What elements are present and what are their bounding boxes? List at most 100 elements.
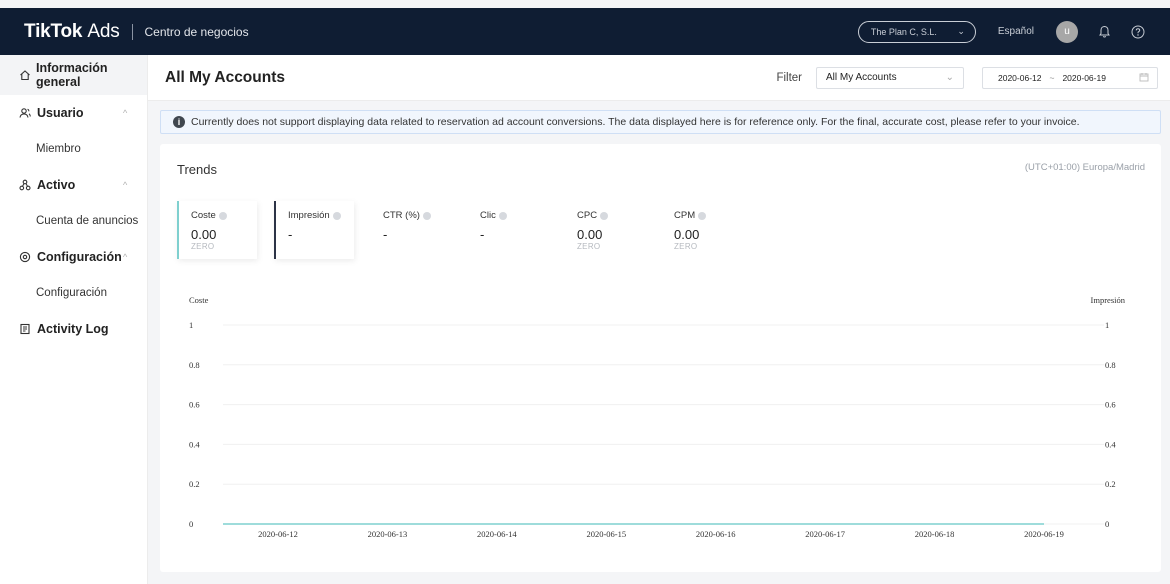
- chart-gridlines: 0 0 0.2 0.2 0.4 0.4 0.6 0.6 0.8 0.8 1 1: [189, 320, 1116, 529]
- chevron-up-icon[interactable]: ^: [123, 252, 127, 262]
- x-tick-label: 2020-06-14: [477, 529, 517, 539]
- y-axis-label-left: Coste: [189, 295, 209, 305]
- metric-value: 0.00: [674, 227, 700, 242]
- brand-suffix: Ads: [87, 20, 120, 42]
- y-tick-right: 1: [1105, 320, 1109, 330]
- date-end[interactable]: 2020-06-19: [1062, 73, 1105, 83]
- help-icon[interactable]: [422, 211, 431, 220]
- metric-card-cpc[interactable]: CPC 0.00 ZERO: [565, 201, 645, 259]
- divider: [131, 23, 133, 40]
- y-tick-left: 0.6: [189, 400, 200, 410]
- account-filter-select[interactable]: All My Accounts ⌄: [816, 66, 964, 89]
- language-selector[interactable]: Español: [998, 26, 1034, 37]
- date-range-picker[interactable]: 2020-06-12 ~ 2020-06-19: [982, 66, 1158, 89]
- y-tick-right: 0.8: [1105, 360, 1116, 370]
- y-tick-left: 1: [189, 320, 193, 330]
- metric-sub: ZERO: [674, 242, 698, 251]
- x-tick-label: 2020-06-18: [915, 529, 955, 539]
- y-tick-left: 0: [189, 519, 193, 529]
- metric-card-cpm[interactable]: CPM 0.00 ZERO: [662, 201, 742, 259]
- metric-value: -: [383, 227, 388, 242]
- filter-label: Filter: [776, 71, 802, 84]
- date-separator: ~: [1049, 72, 1055, 83]
- y-tick-right: 0.6: [1105, 400, 1116, 410]
- info-icon: i: [173, 116, 185, 128]
- account-filter-value: All My Accounts: [826, 72, 897, 83]
- top-right-controls: The Plan C, S.L. ⌄ Español u: [857, 20, 1146, 43]
- page-header: All My Accounts Filter All My Accounts ⌄…: [148, 55, 1170, 101]
- metric-name: CPM: [674, 210, 696, 221]
- metric-value: -: [288, 227, 293, 242]
- settings-icon: [18, 250, 32, 264]
- metric-sub: ZERO: [191, 242, 215, 251]
- y-tick-right: 0: [1105, 519, 1109, 529]
- x-axis-ticks: 2020-06-12 2020-06-13 2020-06-14 2020-06-15…: [258, 529, 1064, 539]
- y-tick-left: 0.2: [189, 479, 200, 489]
- chevron-up-icon[interactable]: ^: [123, 180, 127, 190]
- timezone-label: (UTC+01:00) Europa/Madrid: [1024, 162, 1145, 173]
- sidebar-item-activity-log[interactable]: Activity Log: [0, 311, 147, 347]
- sidebar-item-configuracion[interactable]: Configuración ^: [0, 239, 147, 275]
- sidebar-item-configuracion-sub[interactable]: Configuración: [0, 275, 147, 311]
- help-icon[interactable]: [498, 211, 507, 220]
- x-tick-label: 2020-06-12: [258, 529, 298, 539]
- account-selector-value: The Plan C, S.L.: [870, 26, 937, 37]
- metric-sub: ZERO: [577, 242, 601, 251]
- tiktok-ads-logo[interactable]: TikTok Ads: [24, 21, 120, 43]
- bell-icon[interactable]: [1096, 24, 1112, 40]
- y-tick-left: 0.4: [189, 439, 200, 449]
- metric-value: -: [480, 227, 485, 242]
- notice-text: Currently does not support displaying da…: [191, 116, 1080, 128]
- help-icon[interactable]: [600, 211, 609, 220]
- metric-name: Impresión: [288, 210, 330, 221]
- date-start[interactable]: 2020-06-12: [998, 73, 1041, 83]
- trends-line-chart[interactable]: Coste Impresión 0 00.2 0.20.4 0.40.6 0.60.8 0…: [160, 289, 1161, 569]
- assets-icon: [18, 178, 32, 192]
- sidebar-item-label: Información general: [36, 61, 108, 89]
- metric-value: 0.00: [577, 227, 603, 242]
- x-tick-label: 2020-06-17: [805, 529, 845, 539]
- log-icon: [18, 322, 32, 336]
- metric-name: Clic: [480, 210, 496, 221]
- top-navigation-bar: TikTok Ads Centro de negocios The Plan C…: [0, 8, 1170, 55]
- metric-value: 0.00: [191, 227, 217, 242]
- sidebar: Información general Usuario ^ Miembro Ac…: [0, 55, 148, 584]
- metric-card-clic[interactable]: Clic -: [468, 201, 548, 259]
- trends-card: Trends (UTC+01:00) Europa/Madrid Coste 0…: [160, 144, 1161, 572]
- x-tick-label: 2020-06-19: [1024, 529, 1064, 539]
- y-tick-right: 0.2: [1105, 479, 1116, 489]
- avatar[interactable]: u: [1056, 20, 1078, 43]
- account-selector[interactable]: The Plan C, S.L. ⌄: [857, 20, 976, 43]
- metric-card-coste[interactable]: Coste 0.00 ZERO: [177, 201, 257, 259]
- home-icon: [18, 68, 31, 82]
- sidebar-item-miembro[interactable]: Miembro: [0, 131, 147, 167]
- page-title: All My Accounts: [165, 68, 285, 86]
- metric-name: CTR (%): [383, 210, 420, 221]
- x-tick-label: 2020-06-15: [586, 529, 626, 539]
- brand-name: TikTok: [24, 20, 83, 42]
- sidebar-item-cuenta-de-anuncios[interactable]: Cuenta de anuncios: [0, 203, 147, 239]
- chevron-down-icon: ⌄: [945, 72, 954, 83]
- metric-card-impresion[interactable]: Impresión -: [274, 201, 354, 259]
- help-icon[interactable]: [332, 211, 341, 220]
- x-tick-label: 2020-06-16: [696, 529, 736, 539]
- help-icon[interactable]: [1130, 24, 1146, 40]
- help-icon[interactable]: [698, 211, 707, 220]
- sidebar-item-label: Usuario: [37, 106, 84, 120]
- y-tick-left: 0.8: [189, 360, 200, 370]
- metric-card-ctr[interactable]: CTR (%) -: [371, 201, 451, 259]
- sidebar-item-label: Configuración: [37, 250, 122, 264]
- y-tick-right: 0.4: [1105, 439, 1116, 449]
- main-content: All My Accounts Filter All My Accounts ⌄…: [148, 55, 1170, 584]
- sidebar-item-informacion-general[interactable]: Información general: [0, 55, 147, 95]
- sidebar-item-label: Activity Log: [37, 322, 109, 336]
- calendar-icon[interactable]: [1139, 72, 1149, 84]
- sidebar-item-activo[interactable]: Activo ^: [0, 167, 147, 203]
- sidebar-item-label: Activo: [37, 178, 76, 192]
- help-icon[interactable]: [218, 211, 227, 220]
- y-axis-label-right: Impresión: [1091, 295, 1126, 305]
- chevron-up-icon[interactable]: ^: [123, 108, 127, 118]
- sidebar-item-usuario[interactable]: Usuario ^: [0, 95, 147, 131]
- trends-title: Trends: [177, 162, 217, 177]
- business-center-label[interactable]: Centro de negocios: [145, 25, 249, 39]
